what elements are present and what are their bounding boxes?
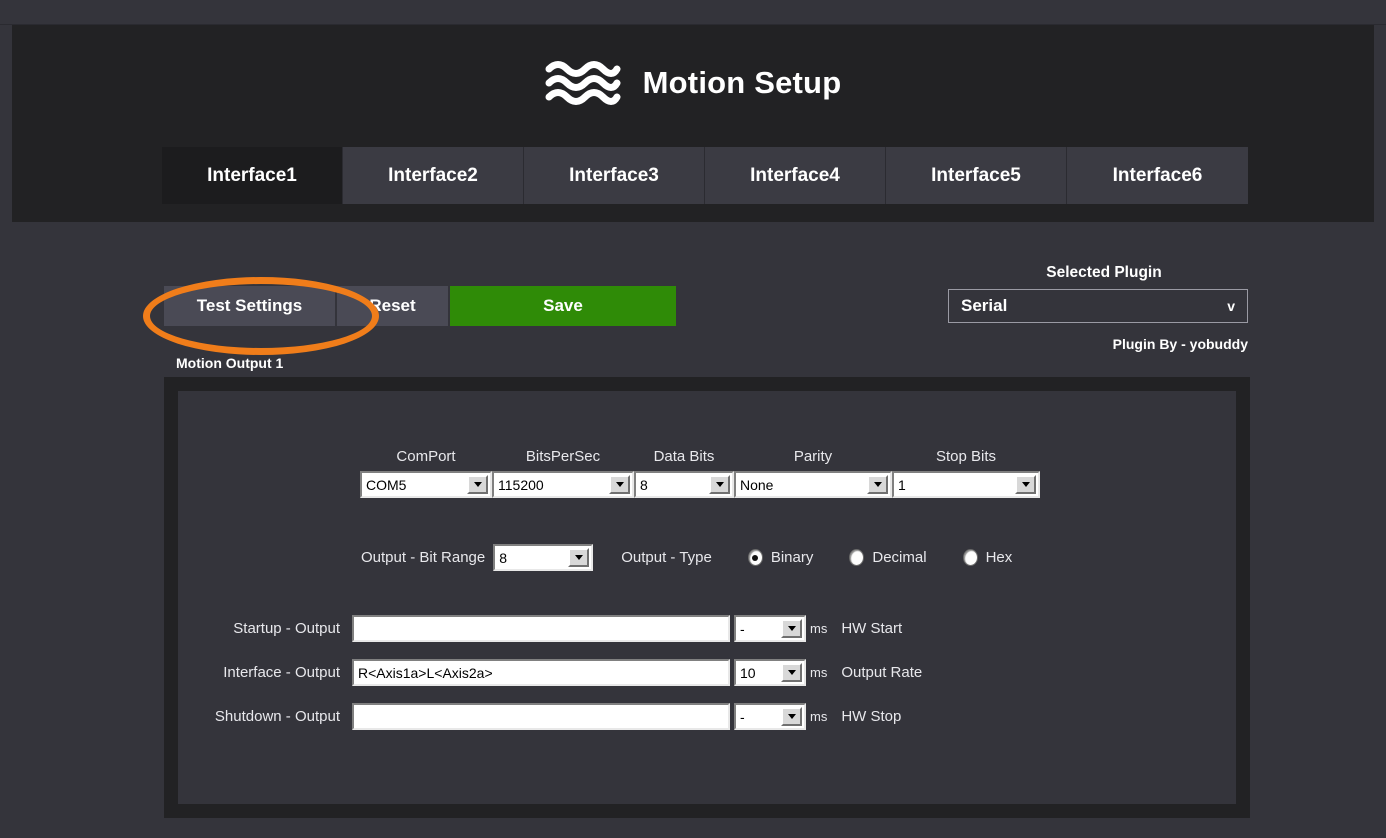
interface-side-label: Output Rate [841, 664, 922, 681]
interface-rate-unit: ms [810, 665, 827, 680]
output-type-label: Output - Type [621, 549, 712, 566]
shutdown-rate-dropdown[interactable]: - [734, 703, 806, 730]
save-button[interactable]: Save [450, 286, 676, 326]
selected-plugin-block: Selected Plugin Serial v Plugin By - yob… [948, 264, 1260, 352]
motion-output-inner: ComPort COM5 BitsPerSec 115200 [178, 391, 1236, 804]
interface-rate-dropdown[interactable]: 10 [734, 659, 806, 686]
interface-output-label: Interface - Output [188, 664, 340, 681]
bit-range-label: Output - Bit Range [361, 549, 485, 566]
startup-rate-dropdown[interactable]: - [734, 615, 806, 642]
selected-plugin-dropdown[interactable]: Serial v [948, 289, 1248, 323]
tab-interface2[interactable]: Interface2 [343, 147, 524, 204]
window-top-strip [0, 0, 1386, 25]
interface-output-row: Interface - Output R<Axis1a>L<Axis2a> 10… [188, 659, 922, 686]
output-type-hex-label: Hex [986, 549, 1013, 566]
shutdown-rate-value: - [736, 705, 781, 728]
action-button-row: Test Settings Reset Save [164, 286, 676, 326]
selected-plugin-value: Serial [961, 296, 1227, 316]
shutdown-output-row: Shutdown - Output - ms HW Stop [188, 703, 901, 730]
selected-plugin-label: Selected Plugin [948, 264, 1260, 282]
bitspersec-label: BitsPerSec [492, 448, 634, 465]
app-stage: Motion Setup Interface1 Interface2 Inter… [12, 25, 1374, 813]
bit-range-dropdown[interactable]: 8 [493, 544, 593, 571]
app-brand: Motion Setup [545, 57, 842, 109]
parity-field: Parity None [734, 448, 892, 498]
output-type-decimal-label: Decimal [872, 549, 926, 566]
motion-setup-app: Motion Setup Interface1 Interface2 Inter… [0, 0, 1386, 838]
interface1-panel: Test Settings Reset Save Selected Plugin… [12, 222, 1374, 813]
page-title: Motion Setup [643, 65, 842, 101]
tab-interface3[interactable]: Interface3 [524, 147, 705, 204]
tab-interface5[interactable]: Interface5 [886, 147, 1067, 204]
radio-binary[interactable] [748, 549, 763, 566]
output-type-binary-option[interactable]: Binary [748, 549, 822, 566]
stopbits-dropdown[interactable]: 1 [892, 471, 1040, 498]
comport-dropdown[interactable]: COM5 [360, 471, 492, 498]
output-type-decimal-option[interactable]: Decimal [849, 549, 934, 566]
shutdown-output-input[interactable] [352, 703, 730, 730]
shutdown-side-label: HW Stop [841, 708, 901, 725]
databits-dropdown[interactable]: 8 [634, 471, 734, 498]
comport-value: COM5 [362, 473, 467, 496]
radio-hex[interactable] [963, 549, 978, 566]
chevron-down-icon: v [1227, 298, 1235, 314]
output-type-binary-label: Binary [771, 549, 814, 566]
chevron-down-icon[interactable] [609, 475, 630, 494]
databits-value: 8 [636, 473, 709, 496]
shutdown-rate-unit: ms [810, 709, 827, 724]
interface-output-input[interactable]: R<Axis1a>L<Axis2a> [352, 659, 730, 686]
chevron-down-icon[interactable] [781, 619, 802, 638]
databits-field: Data Bits 8 [634, 448, 734, 498]
startup-output-row: Startup - Output - ms HW Start [188, 615, 902, 642]
stopbits-value: 1 [894, 473, 1015, 496]
interface-rate-value: 10 [736, 661, 781, 684]
tab-interface6[interactable]: Interface6 [1067, 147, 1248, 204]
chevron-down-icon[interactable] [781, 663, 802, 682]
comport-label: ComPort [360, 448, 492, 465]
parity-value: None [736, 473, 867, 496]
startup-side-label: HW Start [841, 620, 902, 637]
parity-label: Parity [734, 448, 892, 465]
serial-parameters-row: ComPort COM5 BitsPerSec 115200 [360, 448, 1040, 498]
radio-decimal[interactable] [849, 549, 864, 566]
wave-lines-icon [545, 57, 621, 109]
motion-output-section-label: Motion Output 1 [176, 355, 283, 371]
startup-output-input[interactable] [352, 615, 730, 642]
tab-interface4[interactable]: Interface4 [705, 147, 886, 204]
shutdown-output-label: Shutdown - Output [188, 708, 340, 725]
app-header: Motion Setup [12, 25, 1374, 140]
startup-rate-value: - [736, 617, 781, 640]
stopbits-label: Stop Bits [892, 448, 1040, 465]
chevron-down-icon[interactable] [1015, 475, 1036, 494]
bit-range-value: 8 [495, 546, 568, 569]
bitspersec-dropdown[interactable]: 115200 [492, 471, 634, 498]
motion-output-frame: ComPort COM5 BitsPerSec 115200 [164, 377, 1250, 818]
output-options-row: Output - Bit Range 8 Output - Type Binar… [361, 544, 1020, 571]
databits-label: Data Bits [634, 448, 734, 465]
startup-output-label: Startup - Output [188, 620, 340, 637]
chevron-down-icon[interactable] [568, 548, 589, 567]
plugin-author-credit: Plugin By - yobuddy [948, 336, 1248, 352]
chevron-down-icon[interactable] [781, 707, 802, 726]
interface-tabs: Interface1 Interface2 Interface3 Interfa… [162, 147, 1248, 204]
test-settings-button[interactable]: Test Settings [164, 286, 337, 326]
chevron-down-icon[interactable] [867, 475, 888, 494]
bitspersec-value: 115200 [494, 473, 609, 496]
comport-field: ComPort COM5 [360, 448, 492, 498]
parity-dropdown[interactable]: None [734, 471, 892, 498]
tab-interface1[interactable]: Interface1 [162, 147, 343, 204]
startup-rate-unit: ms [810, 621, 827, 636]
chevron-down-icon[interactable] [709, 475, 730, 494]
output-type-hex-option[interactable]: Hex [963, 549, 1021, 566]
reset-button[interactable]: Reset [337, 286, 450, 326]
chevron-down-icon[interactable] [467, 475, 488, 494]
stopbits-field: Stop Bits 1 [892, 448, 1040, 498]
bitspersec-field: BitsPerSec 115200 [492, 448, 634, 498]
